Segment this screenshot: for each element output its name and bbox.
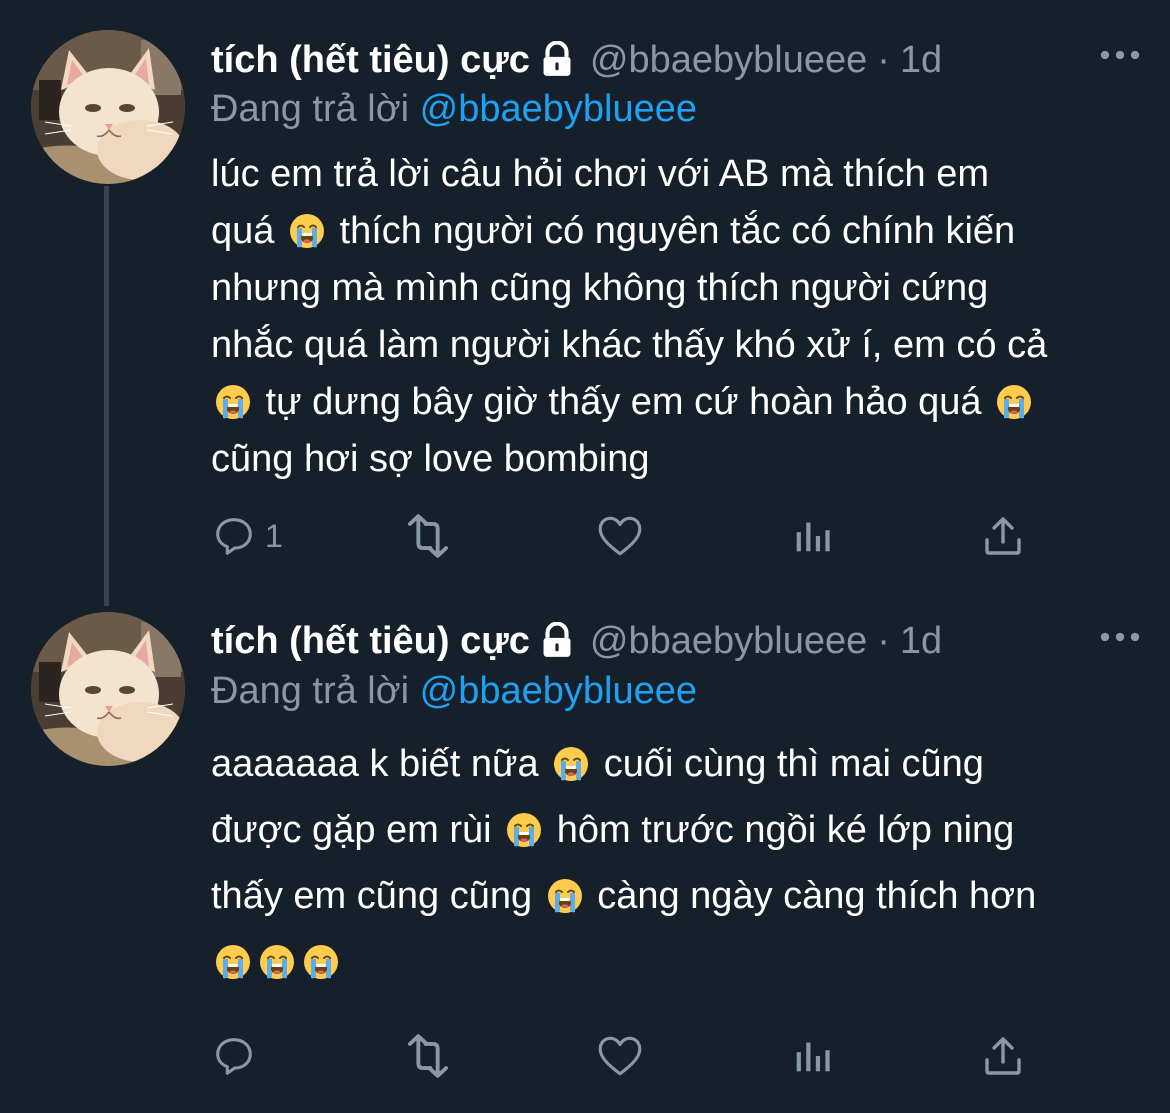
action-bar: 1 [211, 506, 1051, 566]
loudly-crying-face-icon [289, 209, 325, 248]
tweet-text: lúc em trả lời câu hỏi chơi với AB mà th… [211, 146, 1131, 488]
share-icon [979, 512, 1027, 560]
action-bar [211, 1026, 1051, 1086]
retweet-button[interactable] [399, 506, 465, 566]
retweet-icon [399, 1027, 457, 1085]
analytics-icon [789, 513, 835, 559]
handle[interactable]: @bbaebyblueee [590, 39, 867, 82]
loudly-crying-face-icon [215, 380, 251, 419]
tweet-1[interactable]: tích (hết tiêu) cực @bbaebyblueee · 1d Đ… [0, 0, 1170, 606]
display-name[interactable]: tích (hết tiêu) cực [211, 39, 530, 82]
tweet-text-line: quá thích người có nguyên tắc có chính k… [211, 209, 1016, 252]
reply-handle-link[interactable]: @bbaebyblueee [420, 88, 697, 130]
lock-icon [538, 41, 576, 79]
share-icon [979, 1032, 1027, 1080]
reply-count: 1 [265, 517, 283, 554]
tweet-text: aaaaaaa k biết nữa cuối cùng thì mai cũn… [211, 731, 1131, 995]
lock-icon [538, 622, 576, 660]
reply-handle-link[interactable]: @bbaebyblueee [420, 670, 697, 712]
analytics-icon [789, 1033, 835, 1079]
tweet-text-line: nhắc quá làm người khác thấy khó xử í, e… [211, 324, 1048, 366]
loudly-crying-face-icon [303, 935, 339, 979]
tweet-text-line: lúc em trả lời câu hỏi chơi với AB mà th… [211, 153, 990, 195]
tweet-text-line: thấy em cũng cũng càng ngày càng thích h… [211, 863, 1131, 929]
loudly-crying-face-icon [553, 737, 589, 781]
separator: · [877, 619, 890, 662]
tweet-text-line: tự dưng bây giờ thấy em cứ hoàn hảo quá [211, 374, 1131, 431]
reply-icon [211, 1033, 257, 1079]
tweet-header: tích (hết tiêu) cực @bbaebyblueee · 1d [211, 35, 942, 85]
reply-button[interactable]: 1 [211, 506, 283, 566]
reply-icon [211, 513, 257, 559]
loudly-crying-face-icon [506, 803, 542, 847]
tweet-header: tích (hết tiêu) cực @bbaebyblueee · 1d [211, 616, 942, 666]
retweet-icon [399, 507, 457, 565]
tweet-text-line: aaaaaaa k biết nữa cuối cùng thì mai cũn… [211, 731, 1131, 797]
more-options-icon[interactable] [1096, 622, 1144, 652]
handle[interactable]: @bbaebyblueee [590, 620, 867, 663]
timestamp[interactable]: 1d [900, 620, 942, 663]
loudly-crying-face-icon [996, 380, 1032, 419]
like-icon [595, 511, 645, 561]
replying-to: Đang trả lời @bbaebyblueee [211, 88, 697, 131]
timestamp[interactable]: 1d [900, 39, 942, 82]
display-name[interactable]: tích (hết tiêu) cực [211, 620, 530, 663]
replying-to-label: Đang trả lời [211, 88, 410, 130]
tweet-text-line: được gặp em rùi hôm trước ngồi ké lớp ni… [211, 797, 1131, 863]
tweet-text-line: cũng hơi sợ love bombing [211, 438, 650, 480]
share-button[interactable] [979, 506, 1027, 566]
avatar[interactable] [31, 30, 185, 184]
share-button[interactable] [979, 1026, 1027, 1086]
separator: · [877, 38, 890, 81]
tweet-2[interactable]: tích (hết tiêu) cực @bbaebyblueee · 1d Đ… [0, 600, 1170, 1113]
like-icon [595, 1031, 645, 1081]
like-button[interactable] [595, 506, 653, 566]
reply-button[interactable] [211, 1026, 265, 1086]
like-button[interactable] [595, 1026, 653, 1086]
tweet-text-line [211, 929, 1131, 995]
retweet-button[interactable] [399, 1026, 465, 1086]
replying-to: Đang trả lời @bbaebyblueee [211, 670, 697, 713]
loudly-crying-face-icon [215, 935, 251, 979]
thread-line [104, 186, 109, 606]
loudly-crying-face-icon [259, 935, 295, 979]
analytics-button[interactable] [789, 506, 835, 566]
avatar[interactable] [31, 612, 185, 766]
loudly-crying-face-icon [547, 869, 583, 913]
analytics-button[interactable] [789, 1026, 835, 1086]
replying-to-label: Đang trả lời [211, 670, 410, 712]
more-options-icon[interactable] [1096, 40, 1144, 70]
tweet-text-line: nhưng mà mình cũng không thích người cứn… [211, 267, 989, 309]
